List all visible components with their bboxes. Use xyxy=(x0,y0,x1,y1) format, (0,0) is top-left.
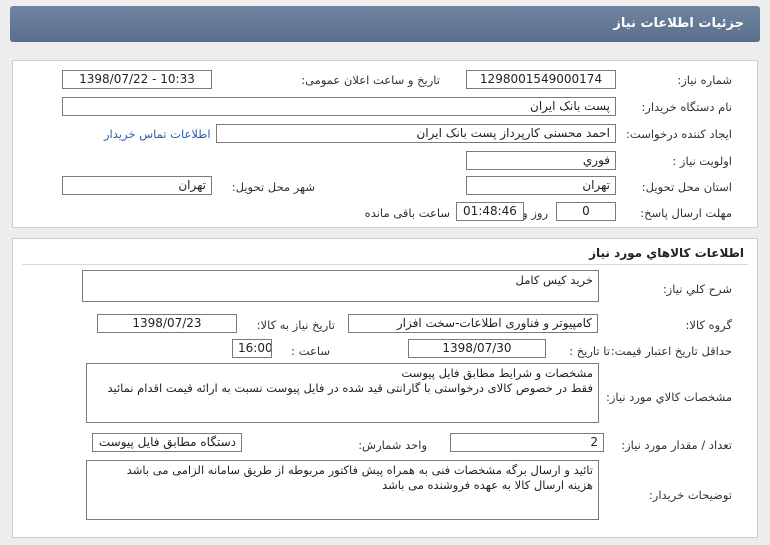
province-field: تهران xyxy=(466,176,616,195)
deadline-days-field: 0 xyxy=(556,202,616,221)
buyer-org-field: پست بانک ایران xyxy=(62,97,616,116)
buyer-notes-label: توضیحات خریدار: xyxy=(648,488,732,502)
creator-label: ایجاد کننده درخواست: xyxy=(626,127,732,141)
validity-time-label: ساعت : xyxy=(291,344,330,358)
unit-label: واحد شمارش: xyxy=(358,438,427,452)
creator-field: احمد محسنی کارپرداز پست بانک ایران xyxy=(216,124,616,143)
priority-field: فوري xyxy=(466,151,616,170)
city-field: تهران xyxy=(62,176,212,195)
buyer-notes-line-2: هزینه ارسال کالا به عهده فروشنده می باشد xyxy=(382,478,593,492)
days-and-label: روز و xyxy=(522,206,548,220)
province-label: استان محل تحویل: xyxy=(641,180,732,194)
specs-label: مشخصات کالاي مورد نیاز: xyxy=(605,390,732,404)
need-date-field: 1398/07/23 xyxy=(97,314,237,333)
until-date-label: تا تاریخ : xyxy=(569,344,610,358)
specs-line-2: فقط در خصوص کالای درخواستی با گارانتی قی… xyxy=(107,381,593,395)
window-title: جزئیات اطلاعات نیاز xyxy=(613,16,744,31)
goods-section-title: اطلاعات کالاهاي مورد نیاز xyxy=(589,246,744,260)
validity-time-field: 16:00 xyxy=(232,339,272,358)
buyer-contact-link[interactable]: اطلاعات تماس خریدار xyxy=(104,127,211,141)
need-number-field: 1298001549000174 xyxy=(466,70,616,89)
quantity-label: تعداد / مقدار مورد نیاز: xyxy=(621,438,732,452)
summary-text: خرید کیس کامل xyxy=(515,273,593,287)
specs-line-1: مشخصات و شرایط مطابق فایل پیوست xyxy=(401,366,593,380)
summary-field: خرید کیس کامل xyxy=(82,270,599,302)
window-title-bar: جزئیات اطلاعات نیاز xyxy=(10,6,760,42)
unit-field: دستگاه مطابق فایل پیوست xyxy=(92,433,242,452)
announce-date-label: تاریخ و ساعت اعلان عمومی: xyxy=(301,73,440,87)
validity-label: حداقل تاریخ اعتبار قیمت: xyxy=(610,344,732,358)
priority-label: اولویت نیاز : xyxy=(672,154,732,168)
buyer-org-label: نام دستگاه خریدار: xyxy=(641,100,732,114)
summary-label: شرح کلي نیاز: xyxy=(662,282,732,296)
city-label: شهر محل تحویل: xyxy=(231,180,315,194)
quantity-field: 2 xyxy=(450,433,604,452)
group-field: کامپیوتر و فناوری اطلاعات-سخت افزار xyxy=(348,314,598,333)
group-label: گروه کالا: xyxy=(685,318,732,332)
deadline-label: مهلت ارسال پاسخ: xyxy=(640,206,732,220)
need-date-label: تاریخ نیاز به کالا: xyxy=(256,318,335,332)
goods-divider xyxy=(22,264,748,265)
buyer-notes-line-1: تائید و ارسال برگه مشخصات فنی به همراه پ… xyxy=(126,463,593,477)
deadline-time-field: 01:48:46 xyxy=(456,202,524,221)
specs-field: مشخصات و شرایط مطابق فایل پیوست فقط در خ… xyxy=(86,363,599,423)
validity-date-field: 1398/07/30 xyxy=(408,339,546,358)
announce-date-field: 1398/07/22 - 10:33 xyxy=(62,70,212,89)
need-number-label: شماره نیاز: xyxy=(677,73,732,87)
remaining-label: ساعت باقی مانده xyxy=(364,206,450,220)
buyer-notes-field: تائید و ارسال برگه مشخصات فنی به همراه پ… xyxy=(86,460,599,520)
